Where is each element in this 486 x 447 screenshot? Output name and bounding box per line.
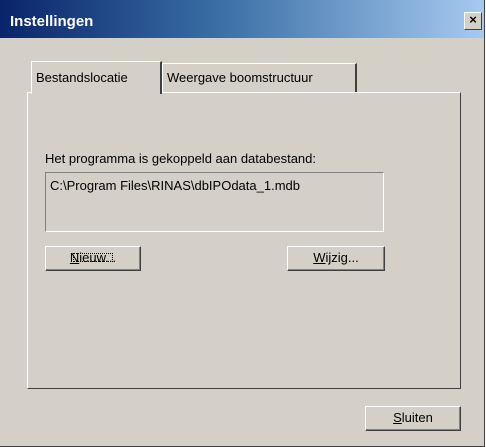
- database-path-text: C:\Program Files\RINAS\dbIPOdata_1.mdb: [50, 178, 300, 193]
- change-button-label: Wijzig...: [313, 250, 359, 265]
- close-button-label: Sluiten: [393, 410, 433, 425]
- tab-bestandslocatie[interactable]: Bestandslocatie: [31, 61, 162, 94]
- database-path-field: C:\Program Files\RINAS\dbIPOdata_1.mdb: [45, 172, 384, 232]
- tab-weergave-boomstructuur[interactable]: Weergave boomstructuur: [162, 63, 357, 92]
- window-title: Instellingen: [10, 13, 94, 30]
- settings-dialog: Instellingen × Bestandslocatie Weergave …: [0, 0, 485, 447]
- title-bar[interactable]: Instellingen ×: [0, 0, 484, 38]
- tab-panel: [27, 92, 461, 389]
- close-button[interactable]: Sluiten: [365, 406, 461, 431]
- change-button[interactable]: Wijzig...: [287, 246, 385, 271]
- close-icon[interactable]: ×: [464, 12, 482, 30]
- database-label: Het programma is gekoppeld aan databesta…: [45, 151, 317, 166]
- new-button-label: Nieuw...: [69, 250, 117, 265]
- new-button[interactable]: Nieuw...: [45, 246, 141, 271]
